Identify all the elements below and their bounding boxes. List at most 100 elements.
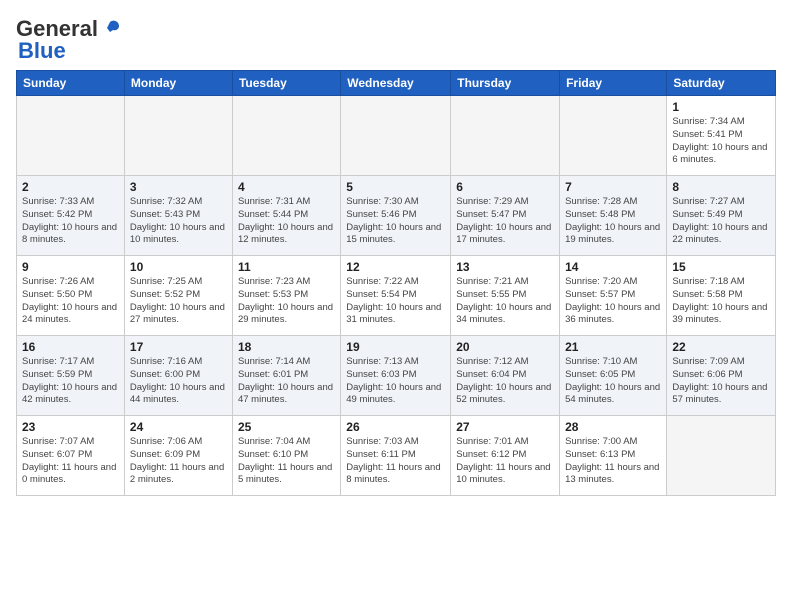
day-number: 2 xyxy=(22,180,119,194)
calendar-day-cell xyxy=(17,96,125,176)
calendar-day-cell xyxy=(451,96,560,176)
calendar-day-cell: 26 Sunrise: 7:03 AM Sunset: 6:11 PM Dayli… xyxy=(341,416,451,496)
day-info: Sunrise: 7:25 AM Sunset: 5:52 PM Dayligh… xyxy=(130,276,227,327)
day-number: 15 xyxy=(672,260,770,274)
day-number: 9 xyxy=(22,260,119,274)
day-number: 7 xyxy=(565,180,661,194)
calendar-day-cell: 9 Sunrise: 7:26 AM Sunset: 5:50 PM Daylig… xyxy=(17,256,125,336)
day-info: Sunrise: 7:04 AM Sunset: 6:10 PM Dayligh… xyxy=(238,436,335,487)
day-info: Sunrise: 7:13 AM Sunset: 6:03 PM Dayligh… xyxy=(346,356,445,407)
day-header-thursday: Thursday xyxy=(451,71,560,96)
day-info: Sunrise: 7:26 AM Sunset: 5:50 PM Dayligh… xyxy=(22,276,119,327)
day-header-tuesday: Tuesday xyxy=(232,71,340,96)
day-info: Sunrise: 7:30 AM Sunset: 5:46 PM Dayligh… xyxy=(346,196,445,247)
calendar-week-row: 23Sunrise: 7:07 AM Sunset: 6:07 PM Dayli… xyxy=(17,416,776,496)
day-number: 18 xyxy=(238,340,335,354)
calendar-day-cell xyxy=(232,96,340,176)
day-number: 23 xyxy=(22,420,119,434)
calendar-day-cell: 14 Sunrise: 7:20 AM Sunset: 5:57 PM Dayli… xyxy=(560,256,667,336)
day-info: Sunrise: 7:31 AM Sunset: 5:44 PM Dayligh… xyxy=(238,196,335,247)
day-number: 5 xyxy=(346,180,445,194)
calendar-day-cell: 3 Sunrise: 7:32 AM Sunset: 5:43 PM Daylig… xyxy=(124,176,232,256)
calendar-day-cell: 1 Sunrise: 7:34 AM Sunset: 5:41 PM Daylig… xyxy=(667,96,776,176)
calendar-day-cell: 17 Sunrise: 7:16 AM Sunset: 6:00 PM Dayli… xyxy=(124,336,232,416)
calendar-day-cell: 6 Sunrise: 7:29 AM Sunset: 5:47 PM Daylig… xyxy=(451,176,560,256)
calendar-day-cell: 16 Sunrise: 7:17 AM Sunset: 5:59 PM Dayli… xyxy=(17,336,125,416)
day-number: 20 xyxy=(456,340,554,354)
calendar-header-row: SundayMondayTuesdayWednesdayThursdayFrid… xyxy=(17,71,776,96)
calendar-day-cell: 2 Sunrise: 7:33 AM Sunset: 5:42 PM Daylig… xyxy=(17,176,125,256)
day-header-sunday: Sunday xyxy=(17,71,125,96)
calendar-day-cell: 18 Sunrise: 7:14 AM Sunset: 6:01 PM Dayli… xyxy=(232,336,340,416)
day-header-monday: Monday xyxy=(124,71,232,96)
day-number: 24 xyxy=(130,420,227,434)
day-info: Sunrise: 7:00 AM Sunset: 6:13 PM Dayligh… xyxy=(565,436,661,487)
day-info: Sunrise: 7:18 AM Sunset: 5:58 PM Dayligh… xyxy=(672,276,770,327)
day-info: Sunrise: 7:17 AM Sunset: 5:59 PM Dayligh… xyxy=(22,356,119,407)
day-number: 10 xyxy=(130,260,227,274)
logo: General Blue xyxy=(16,16,122,64)
calendar-day-cell: 11 Sunrise: 7:23 AM Sunset: 5:53 PM Dayli… xyxy=(232,256,340,336)
calendar-day-cell: 12 Sunrise: 7:22 AM Sunset: 5:54 PM Dayli… xyxy=(341,256,451,336)
calendar-day-cell: 15 Sunrise: 7:18 AM Sunset: 5:58 PM Dayli… xyxy=(667,256,776,336)
day-number: 17 xyxy=(130,340,227,354)
day-number: 13 xyxy=(456,260,554,274)
day-header-friday: Friday xyxy=(560,71,667,96)
day-info: Sunrise: 7:29 AM Sunset: 5:47 PM Dayligh… xyxy=(456,196,554,247)
day-info: Sunrise: 7:03 AM Sunset: 6:11 PM Dayligh… xyxy=(346,436,445,487)
calendar-day-cell: 22Sunrise: 7:09 AM Sunset: 6:06 PM Dayli… xyxy=(667,336,776,416)
day-number: 28 xyxy=(565,420,661,434)
calendar-day-cell xyxy=(667,416,776,496)
day-header-wednesday: Wednesday xyxy=(341,71,451,96)
day-number: 14 xyxy=(565,260,661,274)
calendar-day-cell xyxy=(124,96,232,176)
calendar-day-cell: 19 Sunrise: 7:13 AM Sunset: 6:03 PM Dayli… xyxy=(341,336,451,416)
logo-bird-icon xyxy=(99,18,121,40)
calendar-day-cell: 5 Sunrise: 7:30 AM Sunset: 5:46 PM Daylig… xyxy=(341,176,451,256)
calendar-day-cell: 13 Sunrise: 7:21 AM Sunset: 5:55 PM Dayli… xyxy=(451,256,560,336)
day-number: 26 xyxy=(346,420,445,434)
calendar-week-row: 16 Sunrise: 7:17 AM Sunset: 5:59 PM Dayli… xyxy=(17,336,776,416)
calendar-day-cell: 27 Sunrise: 7:01 AM Sunset: 6:12 PM Dayli… xyxy=(451,416,560,496)
calendar-day-cell: 24 Sunrise: 7:06 AM Sunset: 6:09 PM Dayli… xyxy=(124,416,232,496)
calendar-day-cell: 10 Sunrise: 7:25 AM Sunset: 5:52 PM Dayli… xyxy=(124,256,232,336)
day-info: Sunrise: 7:16 AM Sunset: 6:00 PM Dayligh… xyxy=(130,356,227,407)
day-info: Sunrise: 7:28 AM Sunset: 5:48 PM Dayligh… xyxy=(565,196,661,247)
calendar-day-cell xyxy=(341,96,451,176)
calendar: SundayMondayTuesdayWednesdayThursdayFrid… xyxy=(16,70,776,496)
day-info: Sunrise: 7:32 AM Sunset: 5:43 PM Dayligh… xyxy=(130,196,227,247)
day-number: 27 xyxy=(456,420,554,434)
logo-blue-text: Blue xyxy=(18,38,66,64)
calendar-day-cell: 25Sunrise: 7:04 AM Sunset: 6:10 PM Dayli… xyxy=(232,416,340,496)
day-info: Sunrise: 7:20 AM Sunset: 5:57 PM Dayligh… xyxy=(565,276,661,327)
day-number: 8 xyxy=(672,180,770,194)
day-info: Sunrise: 7:34 AM Sunset: 5:41 PM Dayligh… xyxy=(672,116,770,167)
calendar-day-cell: 20 Sunrise: 7:12 AM Sunset: 6:04 PM Dayli… xyxy=(451,336,560,416)
day-info: Sunrise: 7:06 AM Sunset: 6:09 PM Dayligh… xyxy=(130,436,227,487)
day-info: Sunrise: 7:21 AM Sunset: 5:55 PM Dayligh… xyxy=(456,276,554,327)
calendar-day-cell: 4 Sunrise: 7:31 AM Sunset: 5:44 PM Daylig… xyxy=(232,176,340,256)
day-number: 16 xyxy=(22,340,119,354)
day-info: Sunrise: 7:01 AM Sunset: 6:12 PM Dayligh… xyxy=(456,436,554,487)
day-number: 11 xyxy=(238,260,335,274)
day-number: 6 xyxy=(456,180,554,194)
day-info: Sunrise: 7:12 AM Sunset: 6:04 PM Dayligh… xyxy=(456,356,554,407)
calendar-week-row: 9 Sunrise: 7:26 AM Sunset: 5:50 PM Daylig… xyxy=(17,256,776,336)
calendar-day-cell: 28 Sunrise: 7:00 AM Sunset: 6:13 PM Dayli… xyxy=(560,416,667,496)
day-info: Sunrise: 7:23 AM Sunset: 5:53 PM Dayligh… xyxy=(238,276,335,327)
day-number: 1 xyxy=(672,100,770,114)
day-number: 12 xyxy=(346,260,445,274)
day-number: 21 xyxy=(565,340,661,354)
day-number: 19 xyxy=(346,340,445,354)
day-info: Sunrise: 7:33 AM Sunset: 5:42 PM Dayligh… xyxy=(22,196,119,247)
day-info: Sunrise: 7:14 AM Sunset: 6:01 PM Dayligh… xyxy=(238,356,335,407)
day-info: Sunrise: 7:10 AM Sunset: 6:05 PM Dayligh… xyxy=(565,356,661,407)
day-info: Sunrise: 7:27 AM Sunset: 5:49 PM Dayligh… xyxy=(672,196,770,247)
day-number: 3 xyxy=(130,180,227,194)
day-number: 4 xyxy=(238,180,335,194)
header: General Blue xyxy=(16,16,776,64)
calendar-week-row: 2 Sunrise: 7:33 AM Sunset: 5:42 PM Daylig… xyxy=(17,176,776,256)
day-info: Sunrise: 7:22 AM Sunset: 5:54 PM Dayligh… xyxy=(346,276,445,327)
calendar-day-cell xyxy=(560,96,667,176)
calendar-day-cell: 8 Sunrise: 7:27 AM Sunset: 5:49 PM Daylig… xyxy=(667,176,776,256)
